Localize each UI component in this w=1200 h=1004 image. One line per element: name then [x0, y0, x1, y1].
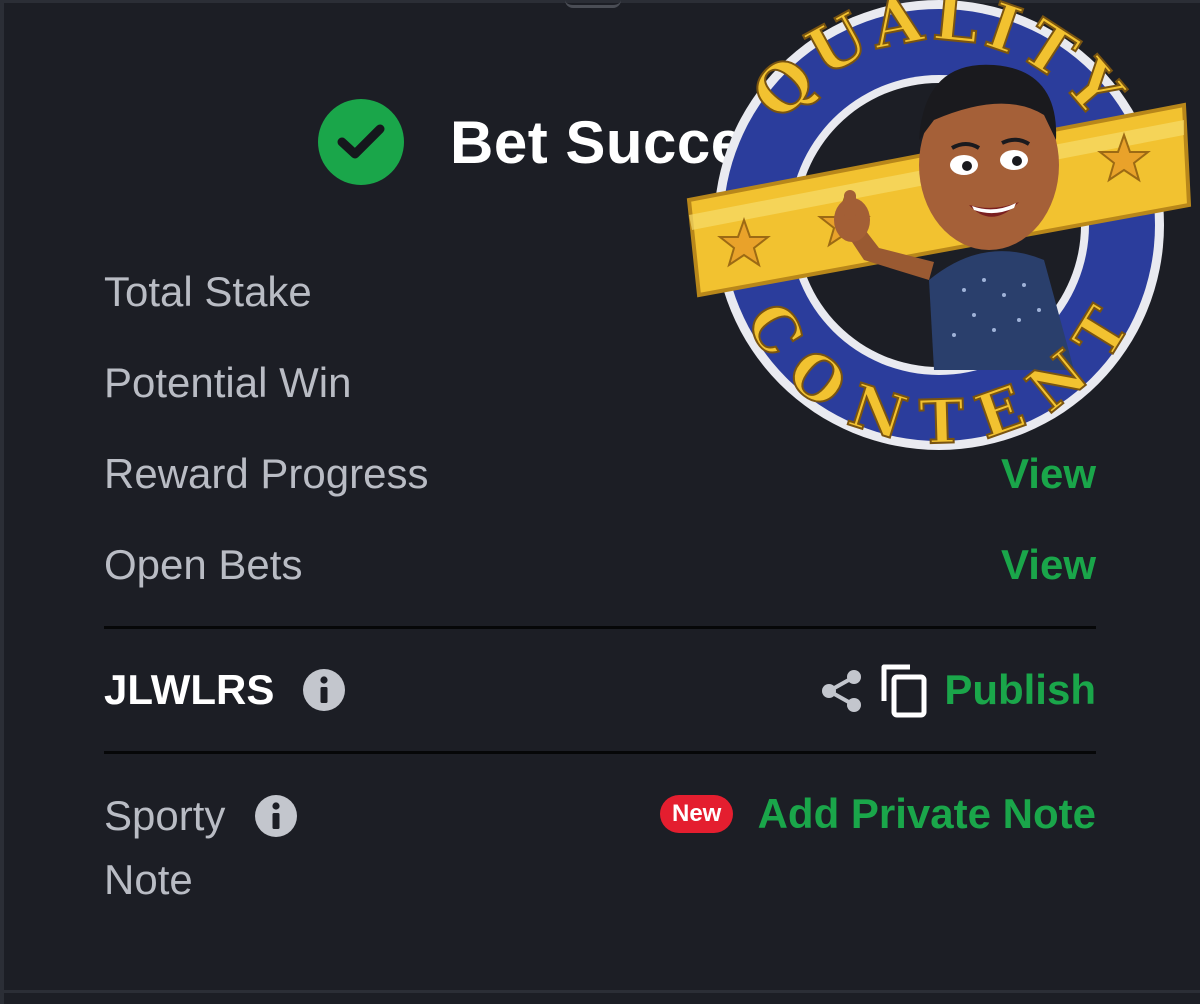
check-circle-icon [318, 99, 404, 185]
booking-code: JLWLRS [104, 666, 275, 713]
booking-code-row: JLWLRS Publish [104, 660, 1096, 720]
total-stake-label: Total Stake [104, 268, 312, 315]
drag-handle[interactable] [565, 0, 621, 8]
quality-content-sticker: QUALITY CONTENT [686, 0, 1192, 459]
potential-win-label: Potential Win [104, 359, 352, 406]
sporty-note-label: Sporty Note [104, 792, 226, 903]
open-bets-label: Open Bets [104, 541, 303, 588]
panel-bottom-border [0, 990, 1200, 993]
share-icon[interactable] [818, 668, 864, 714]
open-bets-view-link[interactable]: View [1001, 535, 1096, 595]
divider [104, 626, 1096, 629]
copy-icon[interactable] [880, 663, 928, 719]
divider [104, 751, 1096, 754]
info-icon[interactable] [255, 795, 297, 837]
row-open-bets: Open Bets View [104, 535, 1096, 595]
panel-left-border [0, 0, 4, 1004]
info-icon[interactable] [303, 669, 345, 711]
new-badge: New [660, 795, 734, 833]
publish-button[interactable]: Publish [944, 660, 1096, 720]
reward-progress-label: Reward Progress [104, 450, 429, 497]
sporty-note-row: Sporty Note New Add Private Note [104, 784, 1096, 914]
add-private-note-button[interactable]: Add Private Note [758, 784, 1096, 844]
